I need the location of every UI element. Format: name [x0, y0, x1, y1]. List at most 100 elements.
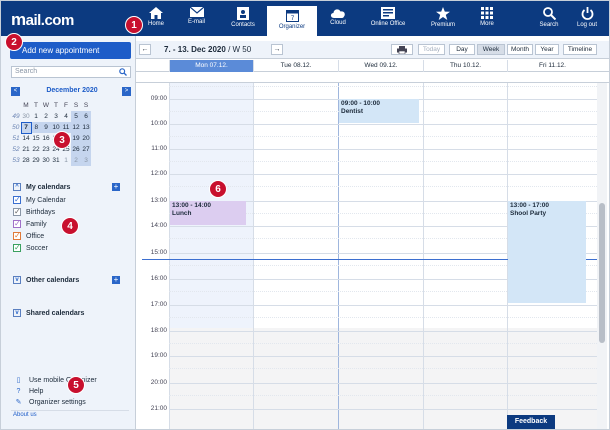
nav-organizer[interactable]: 7 Organizer — [267, 6, 317, 36]
search-input[interactable]: Search — [11, 66, 131, 78]
help-link[interactable]: ? Help — [14, 387, 44, 396]
search-icon[interactable] — [119, 68, 127, 76]
day-cell[interactable]: 30 — [21, 111, 31, 122]
calendar-item-my-calendar[interactable]: ✓ My Calendar — [13, 195, 66, 206]
nav-online-office[interactable]: Online Office — [365, 1, 411, 36]
all-day-row[interactable] — [136, 72, 609, 83]
my-calendars-header[interactable]: ^ My calendars — [13, 183, 70, 191]
day-cell[interactable]: 5 — [71, 111, 81, 122]
nav-premium[interactable]: Premium — [425, 1, 461, 36]
event-shool-party[interactable]: 13:00 - 17:00 Shool Party — [508, 201, 586, 303]
week-number[interactable]: 49 — [11, 111, 21, 122]
day-cell-today[interactable]: 7 — [20, 121, 32, 134]
day-column[interactable] — [338, 83, 339, 429]
day-view-button[interactable]: Day — [449, 44, 475, 55]
day-cell[interactable]: 21 — [21, 144, 31, 155]
day-cell[interactable]: 31 — [51, 155, 61, 166]
month-view-button[interactable]: Month — [507, 44, 533, 55]
day-cell[interactable]: 26 — [71, 144, 81, 155]
nav-more[interactable]: More — [473, 1, 501, 36]
day-cell[interactable]: 4 — [61, 111, 71, 122]
week-number[interactable]: 50 — [11, 122, 21, 133]
calendar-checkbox[interactable]: ✓ — [13, 207, 21, 217]
nav-cloud[interactable]: Cloud — [323, 1, 353, 36]
day-cell[interactable]: 3 — [51, 111, 61, 122]
hour-label: 20:00 — [150, 379, 167, 386]
day-cell[interactable]: 1 — [61, 155, 71, 166]
other-calendars-header[interactable]: v Other calendars — [13, 276, 79, 284]
day-cell[interactable]: 20 — [81, 133, 91, 144]
day-cell[interactable]: 3 — [81, 155, 91, 166]
day-cell[interactable]: 16 — [41, 133, 51, 144]
day-cell[interactable]: 15 — [31, 133, 41, 144]
nav-contacts[interactable]: Contacts — [224, 1, 262, 36]
print-button[interactable] — [391, 44, 413, 55]
day-cell[interactable]: 9 — [41, 122, 51, 133]
nav-logout[interactable]: Log out — [571, 1, 603, 36]
feedback-button[interactable]: Feedback — [507, 415, 555, 429]
day-cell[interactable]: 19 — [71, 133, 81, 144]
week-number[interactable]: 52 — [11, 144, 21, 155]
previous-week-button[interactable]: ← — [139, 44, 151, 55]
day-cell[interactable]: 29 — [31, 155, 41, 166]
about-us-link[interactable]: About us — [13, 412, 37, 418]
calendar-item-birthdays[interactable]: ✓ Birthdays — [13, 207, 55, 218]
add-appointment-button[interactable]: Add new appointment — [10, 42, 131, 59]
chevron-down-icon[interactable]: v — [13, 276, 21, 284]
day-header-mon[interactable]: Mon 07.12. — [169, 60, 253, 72]
day-cell[interactable]: 8 — [31, 122, 41, 133]
day-cell[interactable]: 2 — [41, 111, 51, 122]
day-cell[interactable]: 12 — [71, 122, 81, 133]
timeline-view-button[interactable]: Timeline — [563, 44, 597, 55]
day-cell[interactable]: 1 — [31, 111, 41, 122]
day-cell[interactable]: 23 — [41, 144, 51, 155]
week-grid[interactable]: 09:00 10:00 11:00 12:00 13:00 14:00 15:0… — [136, 83, 609, 429]
day-cell[interactable]: 30 — [41, 155, 51, 166]
day-cell[interactable]: 6 — [81, 111, 91, 122]
calendar-checkbox[interactable]: ✓ — [13, 195, 21, 205]
day-cell[interactable]: 22 — [31, 144, 41, 155]
week-number[interactable]: 53 — [11, 155, 21, 166]
nav-email[interactable]: E-mail — [179, 1, 214, 36]
day-cell[interactable]: 14 — [21, 133, 31, 144]
calendar-item-office[interactable]: ✓ Office — [13, 231, 44, 242]
add-calendar-button[interactable]: + — [112, 183, 120, 191]
event-dentist[interactable]: 09:00 - 10:00 Dentist — [339, 99, 419, 123]
day-cell[interactable]: 27 — [81, 144, 91, 155]
chevron-down-icon[interactable]: v — [13, 309, 21, 317]
day-header-tue[interactable]: Tue 08.12. — [253, 60, 338, 72]
day-header-fri[interactable]: Fri 11.12. — [507, 60, 597, 72]
calendar-checkbox[interactable]: ✓ — [13, 243, 21, 253]
top-navigation-bar: mail.com Home E-mail Contacts 7 Organize… — [1, 1, 609, 36]
mini-calendar-next-button[interactable]: > — [122, 87, 131, 96]
day-column[interactable] — [423, 83, 424, 429]
mailcom-logo[interactable]: mail.com — [11, 10, 74, 30]
organizer-settings-link[interactable]: ✎ Organizer settings — [14, 398, 86, 407]
day-cell[interactable]: 28 — [21, 155, 31, 166]
next-week-button[interactable]: → — [271, 44, 283, 55]
day-cell[interactable]: 2 — [71, 155, 81, 166]
calendar-checkbox[interactable]: ✓ — [13, 231, 21, 241]
event-time: 09:00 - 10:00 — [341, 100, 381, 107]
year-view-button[interactable]: Year — [535, 44, 559, 55]
day-header-wed[interactable]: Wed 09.12. — [338, 60, 423, 72]
calendar-item-soccer[interactable]: ✓ Soccer — [13, 243, 48, 254]
today-button[interactable]: Today — [418, 44, 445, 55]
wrench-icon: ✎ — [15, 399, 22, 406]
add-other-calendar-button[interactable]: + — [112, 276, 120, 284]
nav-home[interactable]: Home — [141, 1, 171, 36]
chevron-up-icon[interactable]: ^ — [13, 183, 21, 191]
event-lunch[interactable]: 13:00 - 14:00 Lunch — [170, 201, 246, 225]
nav-search[interactable]: Search — [534, 1, 564, 36]
day-column[interactable] — [253, 83, 254, 429]
day-header-thu[interactable]: Thu 10.12. — [423, 60, 507, 72]
calendar-checkbox[interactable]: ✓ — [13, 219, 21, 229]
shared-calendars-title: Shared calendars — [26, 309, 85, 317]
shared-calendars-header[interactable]: v Shared calendars — [13, 309, 84, 317]
day-column[interactable] — [169, 83, 170, 429]
week-view-button[interactable]: Week — [477, 44, 505, 55]
calendar-item-family[interactable]: ✓ Family — [13, 219, 47, 230]
day-cell[interactable]: 13 — [81, 122, 91, 133]
grid-scrollbar-thumb[interactable] — [599, 203, 605, 343]
week-number[interactable]: 51 — [11, 133, 21, 144]
